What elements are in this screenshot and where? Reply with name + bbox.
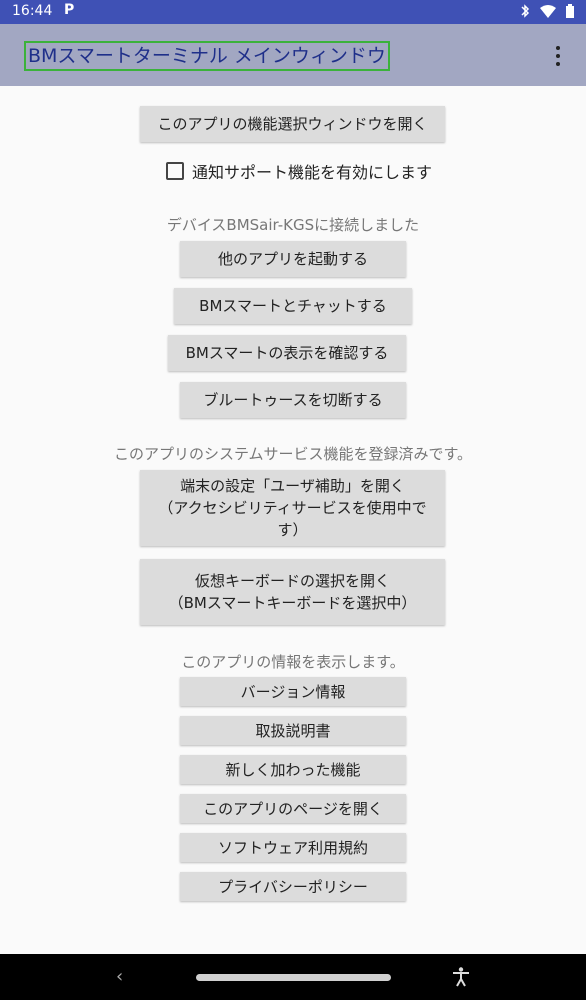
software-license-button[interactable]: ソフトウェア利用規約 (180, 833, 406, 862)
keyboard-button-line2: （BMスマートキーボードを選択中） (168, 594, 417, 612)
system-nav-bar: ‹ (0, 954, 586, 1000)
back-icon[interactable]: ‹ (116, 966, 123, 987)
open-keyboard-select-button[interactable]: 仮想キーボードの選択を開く （BMスマートキーボードを選択中） (140, 559, 445, 625)
keyboard-button-line1: 仮想キーボードの選択を開く (194, 572, 390, 590)
new-features-button[interactable]: 新しく加わった機能 (180, 755, 406, 784)
wifi-icon (540, 4, 556, 18)
accessibility-button-line1: 端末の設定「ユーザ補助」を開く (180, 477, 405, 495)
open-accessibility-settings-button[interactable]: 端末の設定「ユーザ補助」を開く （アクセシビリティサービスを使用中で す） (140, 470, 445, 546)
app-bar: BMスマートターミナル メインウィンドウ (0, 24, 586, 86)
device-status-text: デバイスBMSair-KGSに接続しました (166, 216, 420, 234)
version-info-button[interactable]: バージョン情報 (180, 677, 406, 706)
overflow-menu-icon[interactable] (550, 44, 566, 68)
status-bar: 16:44 P (0, 0, 586, 24)
home-gesture-bar[interactable] (196, 974, 391, 981)
notification-p-icon: P (64, 2, 75, 18)
accessibility-button-line3: す） (277, 521, 308, 539)
notify-support-label: 通知サポート機能を有効にします (192, 163, 433, 182)
accessibility-button-line2: （アクセシビリティサービスを使用中で (158, 499, 427, 517)
battery-icon (566, 4, 574, 18)
accessibility-icon[interactable] (452, 967, 470, 987)
info-status-text: このアプリの情報を表示します。 (181, 653, 405, 671)
bluetooth-icon (521, 4, 530, 18)
check-bm-display-button[interactable]: BMスマートの表示を確認する (168, 335, 406, 371)
privacy-policy-button[interactable]: プライバシーポリシー (180, 872, 406, 901)
status-icons (520, 4, 574, 18)
status-time: 16:44 (12, 3, 53, 19)
disconnect-bluetooth-button[interactable]: ブルートゥースを切断する (180, 382, 406, 418)
open-app-page-button[interactable]: このアプリのページを開く (180, 794, 406, 823)
open-function-select-button[interactable]: このアプリの機能選択ウィンドウを開く (140, 106, 445, 142)
chat-bm-smart-button[interactable]: BMスマートとチャットする (174, 288, 412, 324)
system-service-status-text: このアプリのシステムサービス機能を登録済みです。 (113, 445, 473, 463)
manual-button[interactable]: 取扱説明書 (180, 716, 406, 745)
notify-support-checkbox[interactable] (166, 162, 184, 180)
app-title: BMスマートターミナル メインウィンドウ (24, 41, 390, 71)
launch-other-app-button[interactable]: 他のアプリを起動する (180, 241, 406, 277)
notify-support-checkbox-row[interactable]: 通知サポート機能を有効にします (166, 160, 432, 182)
